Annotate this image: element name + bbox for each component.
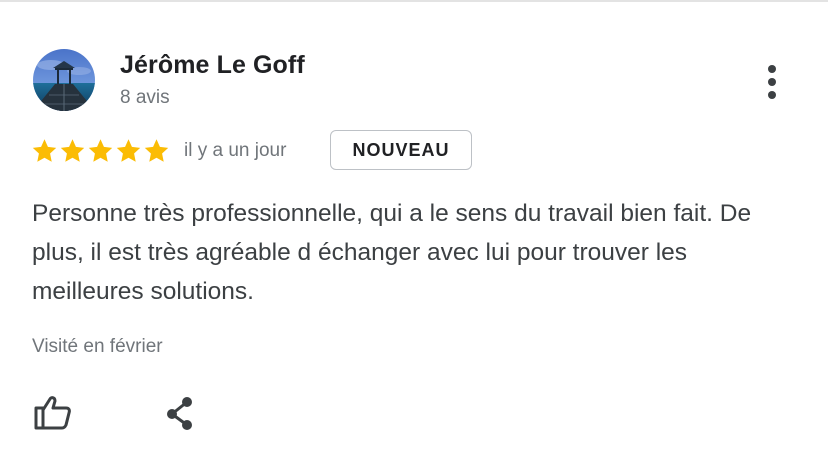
visit-date: Visité en février	[32, 336, 163, 357]
share-button[interactable]	[158, 392, 202, 436]
review-text: Personne très professionnelle, qui a le …	[32, 200, 752, 305]
author-name[interactable]: Jérôme Le Goff	[120, 51, 305, 80]
more-vert-icon-dot	[768, 91, 776, 99]
star-icon	[60, 139, 85, 162]
more-vert-icon	[768, 65, 776, 73]
star-icon	[144, 139, 169, 162]
thumb-up-icon	[34, 396, 71, 430]
more-options-button[interactable]	[752, 56, 792, 104]
avatar[interactable]	[33, 49, 95, 111]
star-rating	[31, 136, 170, 166]
review-time: il y a un jour	[184, 140, 287, 161]
star-icon	[32, 139, 57, 162]
share-icon	[167, 397, 192, 430]
review-count[interactable]: 8 avis	[120, 87, 170, 109]
star-icon	[116, 139, 141, 162]
top-divider	[0, 0, 828, 2]
avatar-image	[33, 49, 95, 111]
more-vert-icon-dot	[768, 78, 776, 86]
star-icon	[88, 139, 113, 162]
like-button[interactable]	[28, 390, 76, 436]
new-badge: NOUVEAU	[330, 130, 472, 170]
